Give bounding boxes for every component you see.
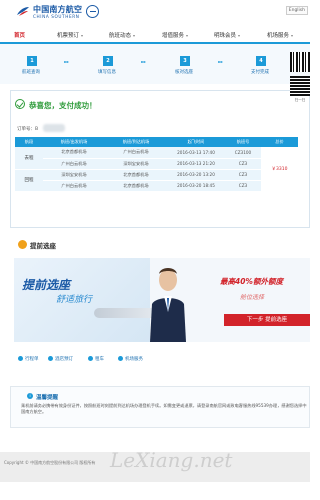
skyteam-icon <box>86 5 99 18</box>
check-circle-icon <box>15 99 25 109</box>
tips-title: 温馨提醒 <box>36 395 59 401</box>
column-header: 航班号 <box>225 137 261 147</box>
step-1-label: 航班查询 <box>22 70 40 75</box>
arrow-icon: ▸▸▸ <box>64 59 69 64</box>
step-4-number: 4 <box>256 56 266 66</box>
qr-caption: 扫一扫 <box>294 98 306 102</box>
logo-icon <box>17 7 29 16</box>
flight-cell: CZ3 <box>225 158 261 170</box>
arrow-icon: ▸▸▸ <box>141 59 146 64</box>
nav-item-home[interactable]: 首页 <box>14 31 25 39</box>
step-3-number: 3 <box>180 56 190 66</box>
payment-success-panel: 恭喜您，支付成功！ 订单号：B 航段 航班/出发机场 航班/到达机场 起飞时间 … <box>10 90 310 228</box>
watermark: LeXiang.net <box>110 448 233 472</box>
seat-selection-banner[interactable]: 提前选座 舒适旅行 最高40%额外额度 舱位选择 下一步 提前选座 <box>14 258 310 342</box>
step-2-label: 填写信息 <box>98 70 116 75</box>
step-1-number: 1 <box>27 56 37 66</box>
nav-item-member[interactable]: 明珠会员 ▾ <box>214 31 240 39</box>
from-cell: 深圳宝安机场 <box>43 169 105 181</box>
flight-cell: CZ3100 <box>225 147 261 159</box>
seat-section-title: 提前选座 <box>30 242 56 250</box>
nav-item-status[interactable]: 航班动态 ▾ <box>109 31 135 39</box>
itinerary-table: 航段 航班/出发机场 航班/到达机场 起飞时间 航班号 总价 去程 北京首都机场… <box>15 137 298 192</box>
column-header: 航班/到达机场 <box>105 137 167 147</box>
column-header: 航段 <box>15 137 43 147</box>
chevron-down-icon: ▾ <box>291 33 294 38</box>
order-number-label: 订单号：B <box>17 127 39 132</box>
from-cell: 广州白云机场 <box>43 180 105 192</box>
link-hotel[interactable]: 酒店预订 <box>48 356 73 362</box>
person-image <box>150 268 186 342</box>
hotel-icon <box>48 356 53 361</box>
to-cell: 北京首都机场 <box>105 169 167 181</box>
arrow-icon: ▸▸▸ <box>218 59 223 64</box>
time-cell: 2016-03-20 13:20 <box>167 169 225 181</box>
chevron-down-icon: ▾ <box>133 33 136 38</box>
document-icon <box>18 356 23 361</box>
table-row: 广州白云机场 深圳宝安机场 2016-03-13 21:20 CZ3 <box>15 158 298 170</box>
from-cell: 广州白云机场 <box>43 158 105 170</box>
tips-panel: i 温馨提醒 乘机前请务必携带有效身份证件，按照航班时刻提前到达机场办理登机手续… <box>10 386 310 428</box>
time-cell: 2016-03-13 21:20 <box>167 158 225 170</box>
order-number-redacted <box>43 124 65 132</box>
to-cell: 北京首都机场 <box>105 180 167 192</box>
chevron-down-icon: ▾ <box>81 33 84 38</box>
table-row: 回程 深圳宝安机场 北京首都机场 2016-03-20 13:20 CZ3 <box>15 169 298 192</box>
step-4-label: 支付完成 <box>251 70 269 75</box>
seat-icon <box>18 240 27 249</box>
header: 中国南方航空 CHINA SOUTHERN English <box>0 0 310 24</box>
nav-item-services[interactable]: 增值服务 ▾ <box>162 31 188 39</box>
success-message: 恭喜您，支付成功！ <box>29 101 97 110</box>
banner-subtitle: 舒适旅行 <box>56 295 93 305</box>
nav-item-airport[interactable]: 机场服务 ▾ <box>267 31 293 39</box>
table-row: 广州白云机场 北京首都机场 2016-03-20 18:45 CZ3 <box>15 180 298 192</box>
quick-links: 行程单 酒店预订 租车 机场服务 <box>18 356 310 366</box>
logo-subtext: CHINA SOUTHERN <box>33 14 80 19</box>
leg-cell: 回程 <box>15 169 43 192</box>
qr-code-icon <box>290 76 310 96</box>
table-header-row: 航段 航班/出发机场 航班/到达机场 起飞时间 航班号 总价 <box>15 137 298 147</box>
nav-item-booking[interactable]: 机票预订 ▾ <box>57 31 83 39</box>
total-price: ￥3310 <box>261 147 298 192</box>
leg-cell: 去程 <box>15 147 43 170</box>
from-cell: 北京首都机场 <box>43 147 105 159</box>
footer-copyright: Copyright © 中国南方航空股份有限公司 版权所有 <box>4 460 96 465</box>
tips-body: 乘机前请务必携带有效身份证件，按照航班时刻提前到达机场办理登机手续。如需变更或退… <box>21 403 307 414</box>
progress-steps: 1 航班查询 ▸▸▸ 2 填写信息 ▸▸▸ 3 核对选座 ▸▸▸ 4 支付完成 … <box>0 44 310 84</box>
to-cell: 深圳宝安机场 <box>105 158 167 170</box>
airport-icon <box>118 356 123 361</box>
language-link[interactable]: English <box>285 6 308 15</box>
step-2-number: 2 <box>103 56 113 66</box>
link-car[interactable]: 租车 <box>88 356 104 362</box>
info-icon: i <box>27 393 33 399</box>
link-airport[interactable]: 机场服务 <box>118 356 143 362</box>
chevron-down-icon: ▾ <box>186 33 189 38</box>
time-cell: 2016-03-13 17:40 <box>167 147 225 159</box>
banner-note: 舱位选择 <box>240 294 265 301</box>
banner-offer: 最高40%额外额度 <box>220 277 283 286</box>
column-header: 起飞时间 <box>167 137 225 147</box>
time-cell: 2016-03-20 18:45 <box>167 180 225 192</box>
qr-code-icon <box>290 52 310 72</box>
chevron-down-icon: ▾ <box>238 33 241 38</box>
table-row: 去程 北京首都机场 广州白云机场 2016-03-13 17:40 CZ3100… <box>15 147 298 192</box>
main-nav: 首页 机票预订 ▾ 航班动态 ▾ 增值服务 ▾ 明珠会员 ▾ 机场服务 ▾ <box>0 24 310 44</box>
banner-title: 提前选座 <box>22 278 71 292</box>
link-itinerary[interactable]: 行程单 <box>18 356 39 362</box>
step-3-label: 核对选座 <box>175 70 193 75</box>
flight-cell: CZ3 <box>225 180 261 192</box>
car-icon <box>88 356 93 361</box>
column-header: 航班/出发机场 <box>43 137 105 147</box>
flight-cell: CZ3 <box>225 169 261 181</box>
to-cell: 广州白云机场 <box>105 147 167 159</box>
select-seat-button[interactable]: 下一步 提前选座 <box>224 314 310 326</box>
column-header: 总价 <box>261 137 298 147</box>
